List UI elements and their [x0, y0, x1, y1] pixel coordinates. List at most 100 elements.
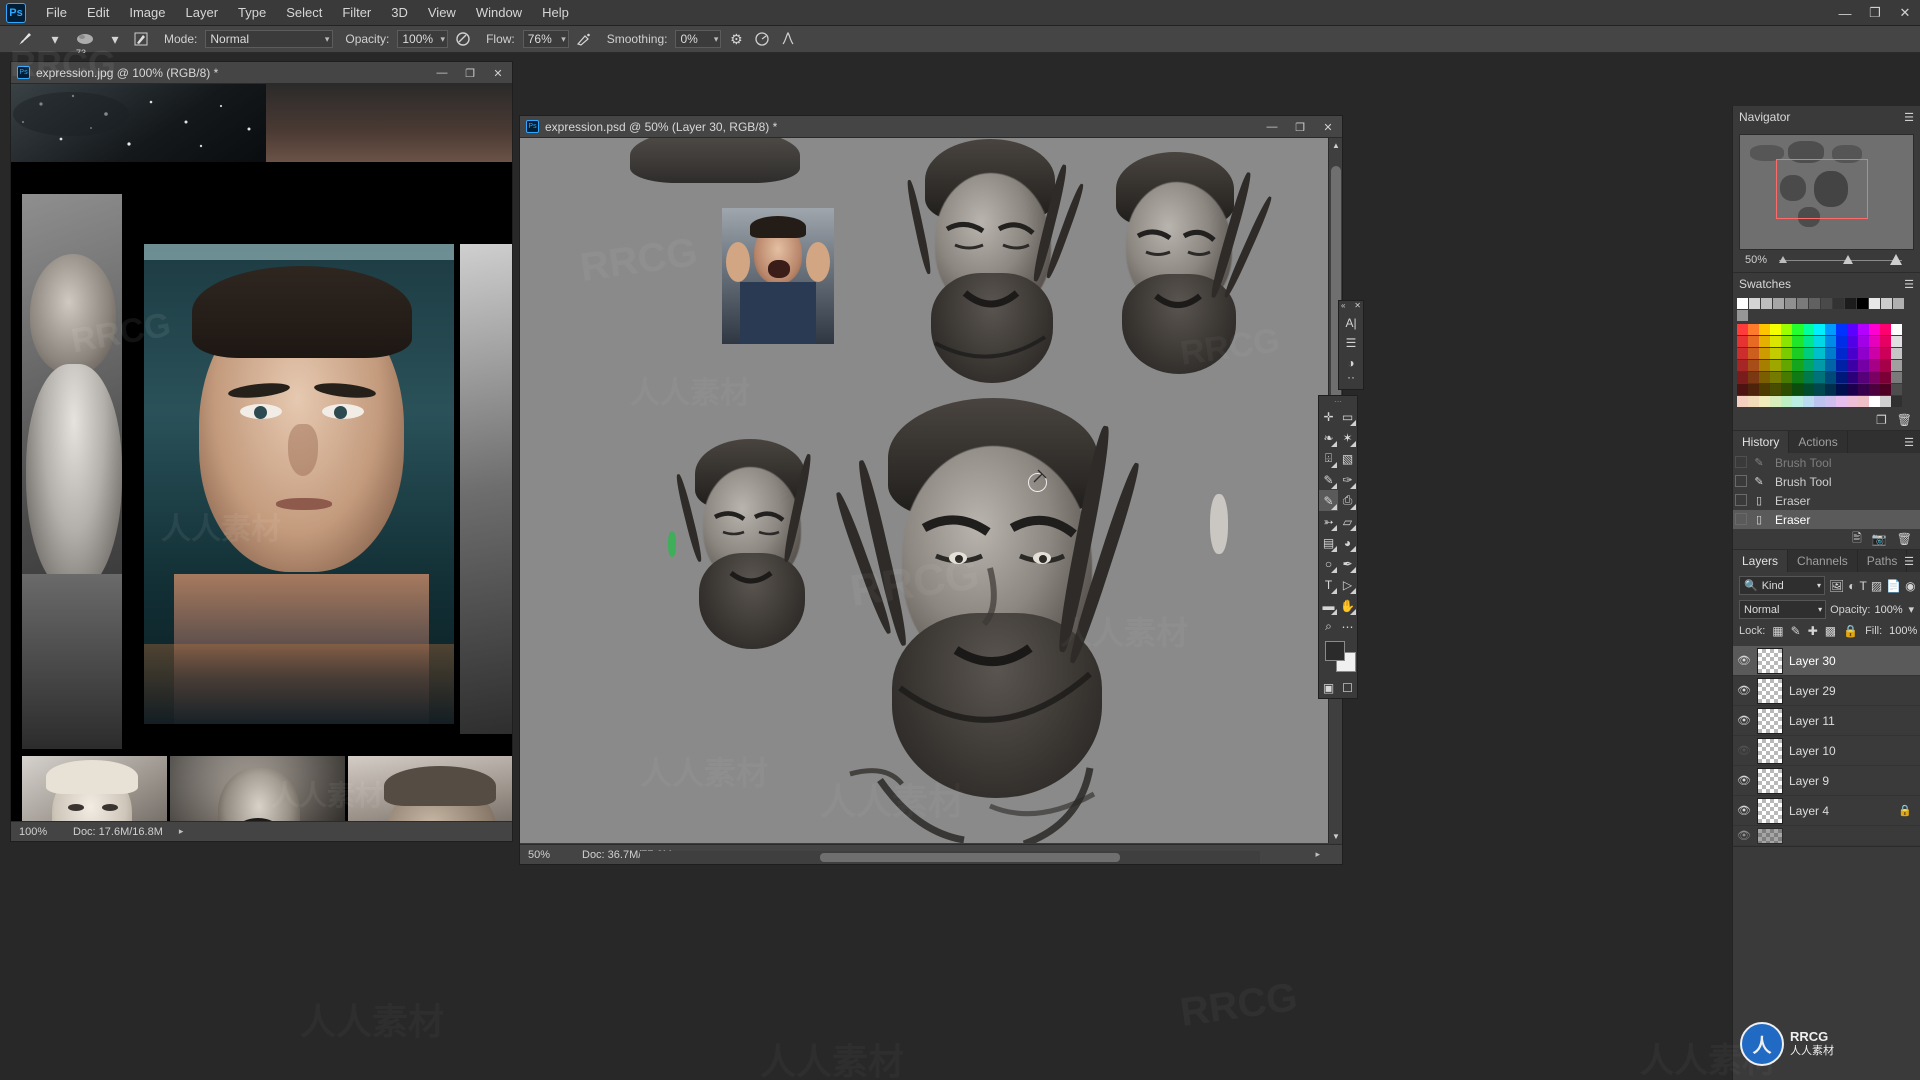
panel-menu-icon[interactable]: ☰: [1904, 555, 1914, 568]
eraser-tool[interactable]: ▱: [1338, 511, 1357, 532]
history-snapshot-box[interactable]: [1735, 475, 1747, 487]
menu-item-window[interactable]: Window: [466, 1, 532, 24]
screen-mode-toggle[interactable]: ☐: [1338, 677, 1357, 698]
new-snapshot-camera-icon[interactable]: 📷: [1872, 532, 1887, 546]
menu-item-edit[interactable]: Edit: [77, 1, 119, 24]
document-close-button-jpg[interactable]: ✕: [484, 62, 512, 84]
tab-channels[interactable]: Channels: [1788, 550, 1858, 572]
new-document-from-state-icon[interactable]: 🖹: [1852, 529, 1862, 550]
lock-artboard-nesting-icon[interactable]: ▩: [1825, 624, 1836, 638]
zoom-in-icon[interactable]: [1890, 254, 1902, 265]
swatch[interactable]: [1821, 298, 1832, 309]
document-maximize-button-jpg[interactable]: ❐: [456, 62, 484, 84]
scroll-down-arrow-icon[interactable]: ▼: [1329, 829, 1343, 843]
gradient-tool[interactable]: ▤: [1319, 532, 1338, 553]
layer-visibility-eye-icon[interactable]: 👁: [1737, 804, 1751, 817]
navigator-view-rectangle[interactable]: [1776, 159, 1868, 219]
more-tools-button[interactable]: ⋯: [1338, 616, 1357, 637]
menu-item-3d[interactable]: 3D: [381, 1, 418, 24]
filter-smart-objects-icon[interactable]: 📄: [1886, 579, 1901, 593]
smoothing-options-gear-icon[interactable]: ⚙: [725, 28, 747, 50]
layer-thumbnail[interactable]: [1757, 707, 1783, 734]
brush-panel-toggle-icon[interactable]: [130, 28, 152, 50]
fill-value[interactable]: 100%: [1889, 625, 1919, 637]
layer-visibility-eye-icon[interactable]: 👁: [1737, 829, 1751, 842]
layer-thumbnail[interactable]: [1757, 767, 1783, 794]
scroll-up-arrow-icon[interactable]: ▲: [1329, 138, 1343, 152]
swatch[interactable]: [1737, 310, 1748, 321]
swatch[interactable]: [1869, 298, 1880, 309]
swatch[interactable]: [1845, 298, 1856, 309]
menu-item-layer[interactable]: Layer: [176, 1, 229, 24]
layer-opacity-value[interactable]: 100%: [1874, 604, 1904, 616]
layer-thumbnail[interactable]: [1757, 737, 1783, 764]
layer-blend-mode-select[interactable]: Normal ▾: [1739, 600, 1827, 619]
document-window-expression-psd[interactable]: Ps expression.psd @ 50% (Layer 30, RGB/8…: [519, 115, 1343, 865]
zoom-out-icon[interactable]: [1779, 256, 1788, 263]
document-maximize-button-psd[interactable]: ❐: [1286, 116, 1314, 138]
panel-menu-icon[interactable]: ☰: [1904, 111, 1914, 124]
zoom-slider-knob[interactable]: [1843, 255, 1854, 264]
swatch[interactable]: [1893, 298, 1904, 309]
filter-adjustment-layers-icon[interactable]: ◐: [1848, 579, 1855, 593]
character-panel-icon[interactable]: A|: [1339, 313, 1363, 333]
layer-row-layer-30[interactable]: 👁 Layer 30: [1733, 646, 1920, 676]
brush-preset-chevron-icon[interactable]: ▾: [44, 28, 66, 50]
quick-mask-toggle[interactable]: ▣: [1319, 677, 1338, 698]
lock-image-pixels-icon[interactable]: ✎: [1791, 624, 1801, 638]
history-brush-tool[interactable]: ➳: [1319, 511, 1338, 532]
flow-input[interactable]: 76% ▾: [522, 30, 569, 48]
hand-tool[interactable]: ✋: [1338, 595, 1357, 616]
document-title-bar-jpg[interactable]: Ps expression.jpg @ 100% (RGB/8) * — ❐ ✕: [11, 62, 512, 84]
history-snapshot-box[interactable]: [1735, 456, 1747, 468]
properties-panel-icon[interactable]: ☰: [1339, 333, 1363, 353]
swatch[interactable]: [1761, 298, 1772, 309]
brush-settings-chevron-icon[interactable]: ▾: [104, 28, 126, 50]
menu-item-filter[interactable]: Filter: [332, 1, 381, 24]
layer-visibility-eye-icon[interactable]: 👁: [1737, 744, 1751, 757]
canvas-expression-jpg[interactable]: RRCG 人人素材 人人素材: [11, 84, 512, 821]
swatch[interactable]: [1785, 298, 1796, 309]
filter-shape-layers-icon[interactable]: ▨: [1871, 579, 1882, 593]
chevron-down-icon[interactable]: ▾: [1908, 603, 1914, 616]
blur-tool[interactable]: ◕: [1338, 532, 1357, 553]
navigator-thumbnail[interactable]: [1739, 134, 1914, 250]
scroll-right-arrow-icon[interactable]: ▸: [1315, 849, 1320, 860]
blend-mode-select[interactable]: Normal ▾: [205, 30, 334, 48]
layer-visibility-eye-icon[interactable]: 👁: [1737, 684, 1751, 697]
dodge-tool[interactable]: ○: [1319, 553, 1338, 574]
history-item[interactable]: ✎ Brush Tool: [1733, 453, 1920, 472]
zoom-level-psd[interactable]: 50%: [528, 849, 566, 861]
healing-brush-tool[interactable]: ✑: [1338, 469, 1357, 490]
brush-tool-icon[interactable]: [10, 28, 40, 50]
swatch[interactable]: [1773, 298, 1784, 309]
lock-position-icon[interactable]: ✚: [1808, 624, 1818, 638]
eyedropper-tool[interactable]: ✎: [1319, 469, 1338, 490]
lasso-tool[interactable]: ❧: [1319, 427, 1338, 448]
menu-item-file[interactable]: File: [36, 1, 77, 24]
menu-item-image[interactable]: Image: [119, 1, 175, 24]
tab-history[interactable]: History: [1733, 431, 1790, 453]
navigator-panel-header[interactable]: Navigator ☰: [1733, 106, 1920, 128]
horizontal-scroll-thumb[interactable]: [820, 853, 1120, 862]
layer-row-layer-29[interactable]: 👁 Layer 29: [1733, 676, 1920, 706]
layer-row-layer-9[interactable]: 👁 Layer 9: [1733, 766, 1920, 796]
panel-menu-icon[interactable]: ☰: [1904, 436, 1914, 449]
brush-preset-thumbnail[interactable]: 73: [70, 28, 100, 58]
navigator-zoom-value[interactable]: 50%: [1745, 254, 1767, 266]
tab-layers[interactable]: Layers: [1733, 550, 1789, 572]
minimize-button[interactable]: —: [1830, 0, 1860, 26]
delete-swatch-icon[interactable]: 🗑: [1897, 413, 1912, 427]
menu-item-view[interactable]: View: [418, 1, 466, 24]
type-tool[interactable]: T: [1319, 574, 1338, 595]
swatch[interactable]: [1749, 298, 1760, 309]
document-title-bar-psd[interactable]: Ps expression.psd @ 50% (Layer 30, RGB/8…: [520, 116, 1342, 138]
filter-type-layers-icon[interactable]: T: [1859, 579, 1866, 593]
color-swatches[interactable]: [1325, 641, 1357, 675]
layer-row-layer-11[interactable]: 👁 Layer 11: [1733, 706, 1920, 736]
smoothing-input[interactable]: 0% ▾: [675, 30, 722, 48]
opacity-input[interactable]: 100% ▾: [397, 30, 449, 48]
close-icon[interactable]: ✕: [1354, 301, 1361, 310]
frame-tool[interactable]: ▧: [1338, 448, 1357, 469]
status-expand-arrow-icon[interactable]: ▸: [179, 826, 184, 837]
